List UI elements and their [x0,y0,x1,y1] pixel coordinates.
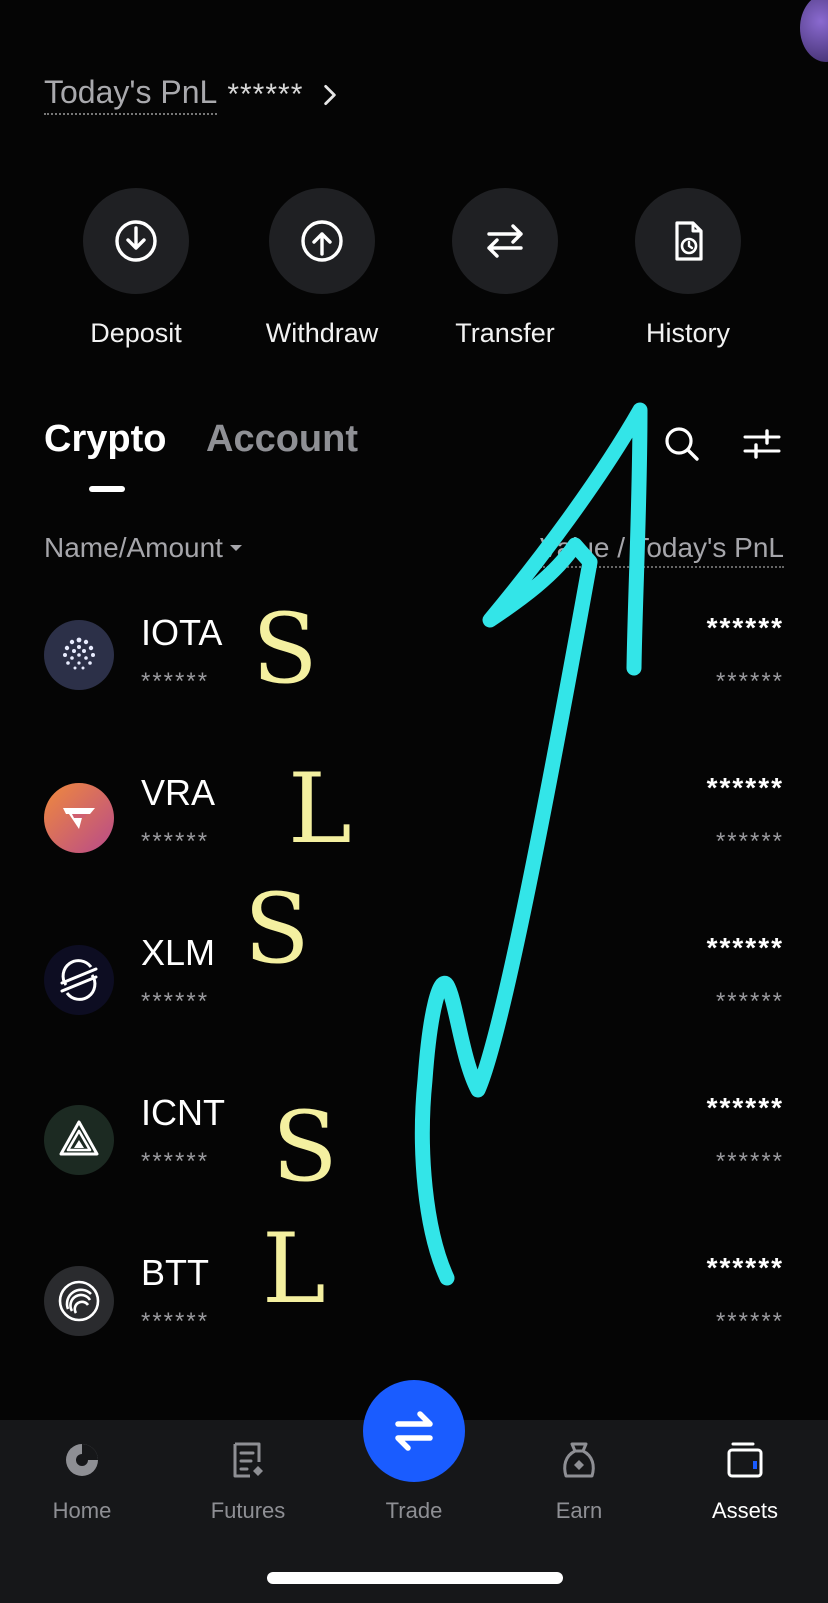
nav-futures[interactable]: Futures [183,1440,313,1524]
coin-name: ICNT [141,1092,225,1133]
coin-amount: ****** [141,1148,210,1175]
history-icon [675,221,703,261]
nav-earn[interactable]: Earn [514,1440,644,1524]
nav-assets-label: Assets [711,1498,779,1523]
icnt-logo-icon [44,1105,114,1175]
coin-value: ****** [706,612,784,643]
list-item[interactable]: IOTA ****** ****** ****** [0,590,828,750]
tab-crypto[interactable]: Crypto [44,418,166,461]
coin-value: ****** [706,772,784,803]
transfer-icon [487,224,523,258]
chevron-right-icon [324,84,337,105]
coin-pnl: ****** [715,1148,784,1175]
home-icon [66,1444,98,1476]
todays-pnl-row[interactable]: Today's PnL ****** [44,74,343,115]
coin-pnl: ****** [715,988,784,1015]
wallet-icon [727,1442,763,1478]
coin-amount: ****** [141,1308,210,1335]
coin-amount: ****** [141,988,210,1015]
xlm-logo-icon [44,945,114,1015]
nav-futures-label: Futures [210,1498,286,1523]
coin-name: XLM [141,932,216,973]
deposit-icon [115,220,157,262]
todays-pnl-label: Today's PnL [44,74,218,115]
withdraw-label: Withdraw [265,318,379,348]
iota-logo-icon [44,620,114,690]
withdraw-button[interactable]: Withdraw [232,188,412,349]
filter-sliders-icon[interactable] [742,424,782,464]
coin-pnl: ****** [715,668,784,695]
search-icon[interactable] [662,424,702,464]
list-item[interactable]: ICNT ****** ****** ****** [0,1070,828,1230]
coin-value: ****** [706,1252,784,1283]
nav-earn-label: Earn [555,1498,603,1523]
transfer-label: Transfer [455,318,555,348]
transfer-button[interactable]: Transfer [415,188,595,349]
nav-trade[interactable]: Trade [349,1440,479,1524]
list-item[interactable]: BTT ****** ****** ****** [0,1230,828,1390]
btt-logo-icon [44,1266,114,1336]
history-label: History [645,318,730,348]
nav-assets[interactable]: Assets [680,1440,810,1524]
coin-pnl: ****** [715,1308,784,1335]
deposit-label: Deposit [90,318,182,348]
futures-icon [233,1442,263,1478]
coin-pnl: ****** [715,828,784,855]
history-button[interactable]: History [598,188,778,349]
coin-name: IOTA [141,612,223,653]
coin-name: BTT [141,1252,209,1293]
coin-amount: ****** [141,668,210,695]
todays-pnl-value: ****** [227,77,304,111]
home-indicator [267,1572,563,1584]
earn-icon [563,1442,595,1478]
nav-home-label: Home [52,1498,112,1523]
coin-amount: ****** [141,828,210,855]
nav-trade-label: Trade [385,1498,443,1523]
sort-name-amount[interactable]: Name/Amount [44,532,243,564]
deposit-button[interactable]: Deposit [46,188,226,349]
list-item[interactable]: VRA ****** ****** ****** [0,750,828,910]
profile-avatar[interactable] [800,0,828,62]
caret-down-icon [229,545,242,551]
column-name-amount: Name/Amount [44,532,223,563]
coin-value: ****** [706,1092,784,1123]
vra-logo-icon [44,783,114,853]
coin-name: VRA [141,772,216,813]
active-tab-indicator [89,486,125,492]
withdraw-icon [301,220,343,262]
tab-account[interactable]: Account [206,418,358,461]
list-item[interactable]: XLM ****** ****** ****** [0,910,828,1070]
coin-value: ****** [706,932,784,963]
nav-home[interactable]: Home [17,1440,147,1524]
column-value-pnl[interactable]: Value / Today's PnL [539,532,784,568]
